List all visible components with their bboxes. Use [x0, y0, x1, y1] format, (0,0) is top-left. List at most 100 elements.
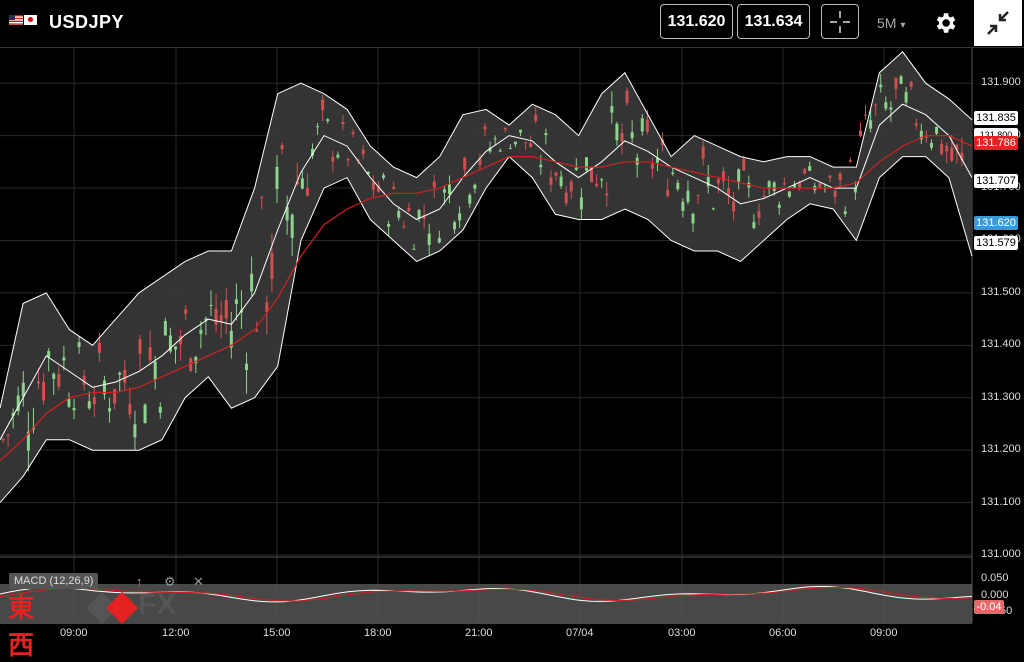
candle-body	[270, 252, 274, 280]
candle-body	[782, 183, 786, 185]
candle-body	[143, 404, 147, 424]
candle-body	[219, 314, 223, 323]
candle-body	[361, 149, 365, 155]
candle-body	[417, 209, 421, 219]
candle-body	[579, 197, 583, 210]
candle-body	[473, 184, 477, 189]
candle-body	[909, 81, 913, 88]
candle-body	[833, 190, 837, 197]
candle-body	[630, 132, 634, 139]
candle-body	[615, 123, 619, 141]
candle-body	[326, 119, 330, 122]
candle-body	[123, 369, 127, 383]
candle-body	[108, 408, 112, 412]
gear-icon[interactable]	[932, 10, 958, 36]
candle-body	[255, 329, 259, 332]
candle-body	[762, 195, 766, 197]
candle-body	[346, 158, 350, 161]
candle-body	[716, 179, 720, 184]
candle-body	[37, 381, 41, 384]
candle-body	[77, 342, 81, 347]
candle-body	[625, 90, 629, 104]
ask-price-button[interactable]: 131.634	[737, 4, 810, 39]
candle-body	[72, 407, 76, 411]
candle-body	[879, 84, 883, 88]
candle-body	[57, 374, 61, 387]
candle-body	[148, 347, 152, 361]
candle-body	[757, 211, 761, 218]
current-price-tag: 131.620	[974, 216, 1018, 230]
candle-body	[706, 177, 710, 187]
candle-body	[138, 339, 142, 354]
candle-body	[539, 164, 543, 168]
logo-fx: FX	[138, 588, 177, 621]
timeframe-value: 5M	[877, 15, 897, 31]
candle-body	[305, 187, 309, 196]
candle-body	[620, 132, 624, 142]
candle-body	[711, 208, 715, 210]
candle-body	[645, 119, 649, 132]
candle-body	[97, 343, 101, 354]
candle-body	[914, 123, 918, 126]
price-chart[interactable]	[0, 47, 1024, 649]
candle-body	[671, 172, 675, 175]
candle-body	[184, 309, 188, 315]
candle-body	[696, 195, 700, 197]
candle-body	[174, 346, 178, 350]
candle-body	[163, 321, 167, 336]
candle-body	[737, 169, 741, 182]
candle-body	[940, 144, 944, 154]
time-tick: 09:00	[870, 627, 898, 639]
candle-body	[732, 201, 736, 212]
candle-body	[701, 146, 705, 159]
candle-body	[387, 223, 391, 227]
candle-body	[950, 147, 954, 161]
candle-body	[87, 401, 91, 409]
candle-body	[113, 388, 117, 404]
time-tick: 07/04	[566, 627, 594, 639]
price-tick: 131.900	[981, 76, 1021, 89]
candle-body	[924, 136, 928, 138]
candle-body	[412, 248, 416, 250]
timeframe-select[interactable]: 5M ▾	[877, 15, 905, 31]
candle-body	[402, 226, 406, 228]
candle-body	[650, 163, 654, 169]
crosshair-button[interactable]	[821, 4, 859, 39]
candle-body	[250, 273, 254, 292]
candle-body	[513, 141, 517, 145]
chevron-down-icon: ▾	[900, 20, 906, 31]
candle-body	[493, 138, 497, 140]
candle-body	[803, 169, 807, 174]
candle-body	[407, 207, 411, 212]
close-icon[interactable]: ✕	[193, 574, 204, 590]
candle-body	[300, 178, 304, 189]
sma-tag: 131.786	[974, 136, 1018, 150]
candle-body	[442, 189, 446, 193]
bid-price-button[interactable]: 131.620	[660, 4, 733, 39]
candle-body	[331, 156, 335, 162]
candle-body	[519, 129, 523, 133]
candle-body	[382, 175, 386, 178]
candle-body	[62, 357, 66, 361]
candle-body	[595, 183, 599, 186]
candle-body	[640, 118, 644, 132]
us-flag-icon	[9, 15, 23, 25]
candle-body	[214, 308, 218, 325]
candle-body	[929, 142, 933, 148]
candle-body	[772, 182, 776, 191]
candle-body	[224, 300, 228, 319]
candle-body	[209, 305, 213, 307]
candle-body	[798, 182, 802, 189]
candle-body	[447, 184, 451, 194]
price-tick: 131.200	[981, 443, 1021, 456]
macd-indicator-label[interactable]: MACD (12,26,9)	[9, 573, 99, 589]
exit-fullscreen-button[interactable]	[974, 0, 1022, 46]
candle-body	[234, 299, 238, 304]
symbol-title[interactable]: USDJPY	[49, 12, 124, 33]
candle-body	[52, 373, 56, 379]
lower-band-tag: 131.579	[974, 236, 1018, 250]
candle-body	[92, 397, 96, 405]
move-up-icon[interactable]: ↑	[136, 574, 143, 589]
candle-body	[463, 157, 467, 170]
macd-value-tag: -0.04	[974, 600, 1004, 614]
